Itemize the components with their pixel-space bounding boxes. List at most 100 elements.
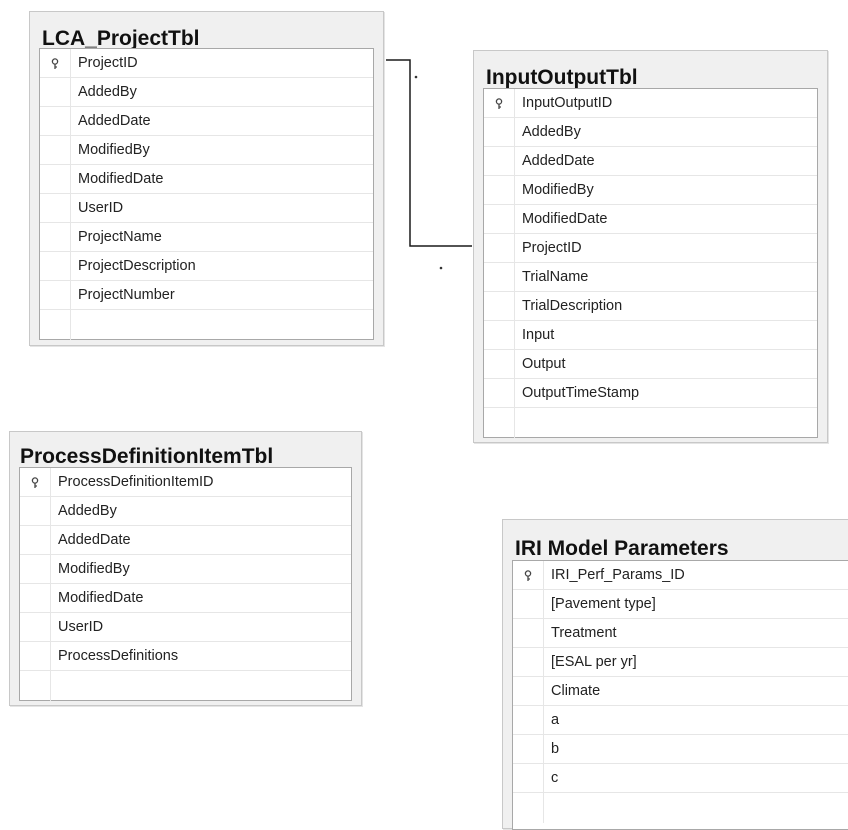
row-selector-cell: [484, 234, 515, 263]
field-row[interactable]: UserID: [20, 613, 351, 642]
field-name: UserID: [58, 619, 104, 635]
field-name: TrialDescription: [522, 298, 623, 314]
field-name: AddedBy: [522, 124, 581, 140]
row-selector-cell: [20, 555, 51, 584]
field-row[interactable]: Treatment: [513, 619, 848, 648]
field-row[interactable]: ModifiedBy: [40, 136, 373, 165]
row-selector-cell: [20, 642, 51, 671]
row-selector-cell: [513, 677, 544, 706]
row-selector-cell: [40, 165, 71, 194]
empty-row: [40, 310, 373, 340]
field-row[interactable]: UserID: [40, 194, 373, 223]
field-row[interactable]: ProcessDefinitions: [20, 642, 351, 671]
field-row[interactable]: AddedDate: [20, 526, 351, 555]
field-name: AddedDate: [522, 153, 595, 169]
field-name: ModifiedBy: [78, 142, 150, 158]
field-name: AddedBy: [78, 84, 137, 100]
field-name: Climate: [551, 683, 601, 699]
field-row[interactable]: ModifiedDate: [20, 584, 351, 613]
field-name: AddedBy: [58, 503, 117, 519]
table-process-definition-item[interactable]: ProcessDefinitionItemTbl ProcessDefiniti…: [9, 431, 362, 706]
primary-key-row[interactable]: InputOutputID: [484, 89, 817, 118]
field-row[interactable]: TrialName: [484, 263, 817, 292]
field-name: c: [551, 770, 559, 786]
field-row[interactable]: AddedBy: [484, 118, 817, 147]
row-selector-cell: [513, 590, 544, 619]
table-title: IRI Model Parameters: [515, 537, 729, 560]
row-selector-cell: [484, 408, 515, 438]
row-selector-cell: [513, 764, 544, 793]
field-row[interactable]: [ESAL per yr]: [513, 648, 848, 677]
field-name: UserID: [78, 200, 124, 216]
primary-key-row[interactable]: IRI_Perf_Params_ID: [513, 561, 848, 590]
field-name: [ESAL per yr]: [551, 654, 637, 670]
row-selector-cell: [484, 147, 515, 176]
table-lca-project[interactable]: LCA_ProjectTbl ProjectID AddedBy AddedDate…: [29, 11, 384, 346]
row-selector-cell: [513, 619, 544, 648]
table-iri-model-parameters[interactable]: IRI Model Parameters IRI_Perf_Params_ID […: [502, 519, 848, 830]
key-icon: [513, 561, 544, 590]
field-row[interactable]: AddedBy: [40, 78, 373, 107]
field-row[interactable]: ProjectName: [40, 223, 373, 252]
field-name: ProjectID: [78, 55, 138, 71]
field-grid: ProjectID AddedBy AddedDate ModifiedBy Modif…: [39, 48, 374, 340]
field-row[interactable]: AddedDate: [484, 147, 817, 176]
row-selector-cell: [40, 107, 71, 136]
field-grid: InputOutputID AddedBy AddedDate ModifiedBy M…: [483, 88, 818, 438]
field-row[interactable]: ModifiedDate: [484, 205, 817, 234]
field-row[interactable]: TrialDescription: [484, 292, 817, 321]
row-selector-cell: [40, 310, 71, 340]
row-selector-cell: [40, 136, 71, 165]
field-name: AddedDate: [58, 532, 131, 548]
field-name: TrialName: [522, 269, 589, 285]
field-row[interactable]: ProjectID: [484, 234, 817, 263]
field-row[interactable]: ModifiedBy: [484, 176, 817, 205]
field-row[interactable]: [Pavement type]: [513, 590, 848, 619]
field-name: InputOutputID: [522, 95, 613, 111]
field-name: ProcessDefinitionItemID: [58, 474, 214, 490]
table-input-output[interactable]: InputOutputTbl InputOutputID AddedBy Added…: [473, 50, 828, 443]
field-row[interactable]: Input: [484, 321, 817, 350]
field-row[interactable]: OutputTimeStamp: [484, 379, 817, 408]
field-row[interactable]: a: [513, 706, 848, 735]
table-title: InputOutputTbl: [486, 66, 638, 89]
row-selector-cell: [484, 321, 515, 350]
field-name: [Pavement type]: [551, 596, 656, 612]
field-name: Treatment: [551, 625, 617, 641]
field-row[interactable]: AddedDate: [40, 107, 373, 136]
field-name: ProjectID: [522, 240, 582, 256]
row-selector-cell: [484, 118, 515, 147]
row-selector-cell: [484, 205, 515, 234]
primary-key-row[interactable]: ProjectID: [40, 49, 373, 78]
row-selector-cell: [40, 281, 71, 310]
row-selector-cell: [20, 526, 51, 555]
relationship-end-marker: [439, 266, 443, 270]
row-selector-cell: [20, 613, 51, 642]
field-row[interactable]: b: [513, 735, 848, 764]
field-row[interactable]: Output: [484, 350, 817, 379]
field-name: ModifiedBy: [58, 561, 130, 577]
key-icon: [40, 49, 71, 78]
field-name: Output: [522, 356, 566, 372]
primary-key-row[interactable]: ProcessDefinitionItemID: [20, 468, 351, 497]
field-row[interactable]: Climate: [513, 677, 848, 706]
field-row[interactable]: AddedBy: [20, 497, 351, 526]
field-row[interactable]: ProjectDescription: [40, 252, 373, 281]
field-name: AddedDate: [78, 113, 151, 129]
field-row[interactable]: ModifiedBy: [20, 555, 351, 584]
field-row[interactable]: ProjectNumber: [40, 281, 373, 310]
key-icon: [484, 89, 515, 118]
row-selector-cell: [513, 793, 544, 823]
row-selector-cell: [40, 223, 71, 252]
field-grid: IRI_Perf_Params_ID [Pavement type] Treatme…: [512, 560, 848, 830]
field-name: ProcessDefinitions: [58, 648, 179, 664]
field-row[interactable]: ModifiedDate: [40, 165, 373, 194]
row-selector-cell: [484, 350, 515, 379]
field-name: ModifiedDate: [522, 211, 608, 227]
row-selector-cell: [513, 706, 544, 735]
table-title: ProcessDefinitionItemTbl: [20, 445, 274, 468]
relationship-end-marker: [414, 75, 418, 79]
field-name: ModifiedDate: [78, 171, 164, 187]
field-name: a: [551, 712, 560, 728]
field-row[interactable]: c: [513, 764, 848, 793]
